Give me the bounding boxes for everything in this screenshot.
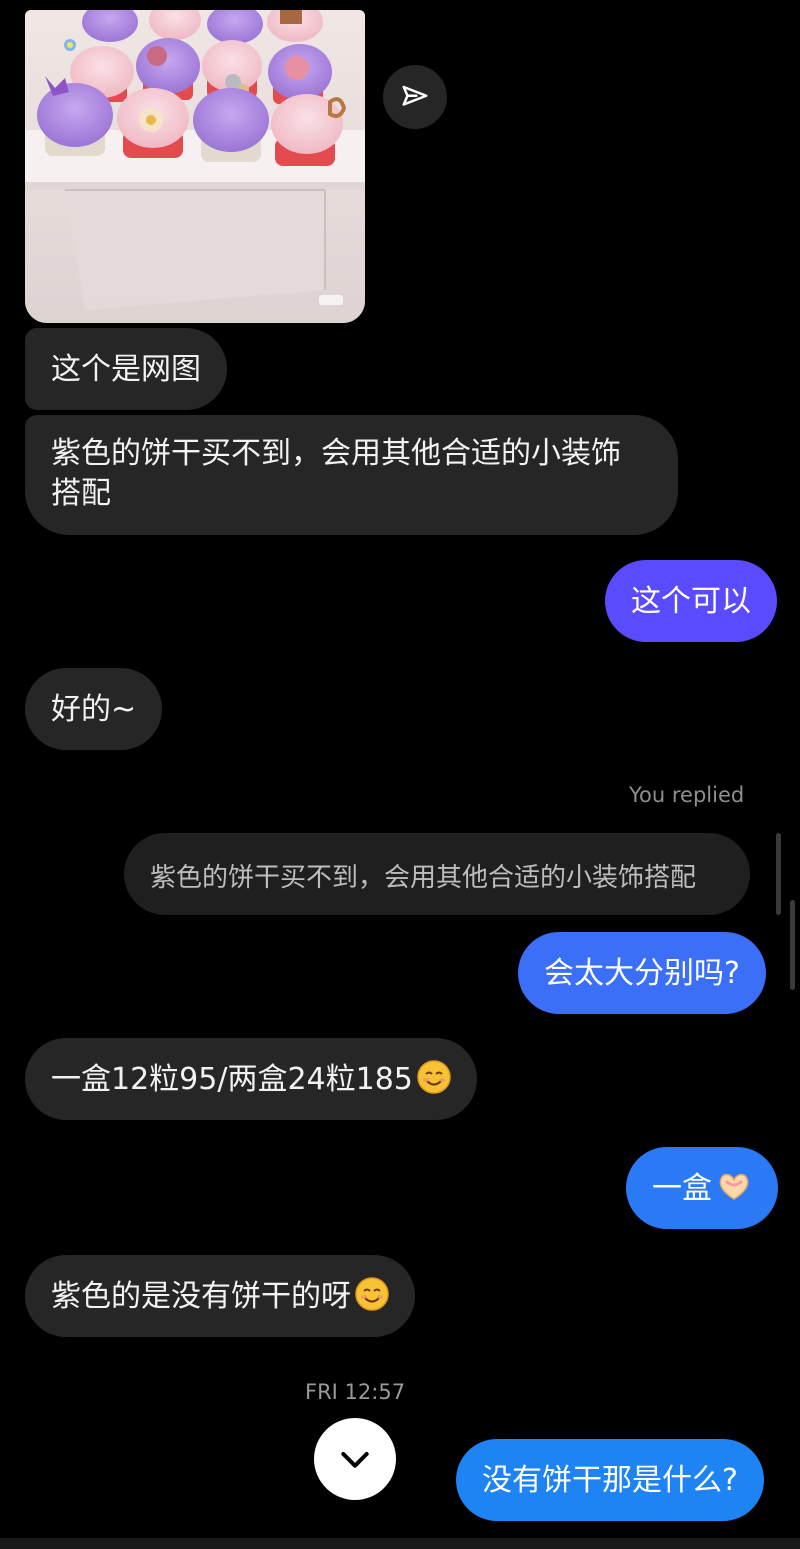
incoming-message[interactable]: 紫色的饼干买不到，会用其他合适的小装饰 搭配	[25, 415, 678, 535]
message-text: 没有饼干那是什么?	[482, 1463, 738, 1498]
incoming-message[interactable]: 紫色的是没有饼干的呀	[25, 1255, 415, 1337]
message-text: 会太大分别吗?	[544, 956, 740, 991]
cupcake-image	[25, 10, 365, 323]
timestamp: FRI 12:57	[305, 1380, 406, 1404]
message-text: 这个是网图	[51, 352, 201, 387]
incoming-message[interactable]: 好的~	[25, 668, 163, 750]
composer-edge	[0, 1538, 800, 1549]
quote-text: 紫色的饼干买不到，会用其他合适的小装饰搭配	[150, 863, 697, 893]
message-text: 一盒12粒95/两盒24粒185	[51, 1062, 413, 1097]
scrollbar[interactable]	[790, 900, 795, 990]
shared-cupcake-photo[interactable]	[25, 10, 365, 323]
incoming-message[interactable]: 这个是网图	[25, 328, 227, 410]
message-text: 紫色的是没有饼干的呀	[51, 1279, 351, 1314]
outgoing-message[interactable]: 会太大分别吗?	[518, 932, 766, 1014]
smiling-face-emoji	[355, 1277, 389, 1322]
reply-quote[interactable]: 紫色的饼干买不到，会用其他合适的小装饰搭配	[124, 833, 750, 915]
send-icon	[402, 85, 428, 106]
message-text: 一盒	[652, 1171, 712, 1206]
share-button[interactable]	[383, 65, 447, 129]
message-text: 这个可以	[631, 584, 751, 619]
outgoing-message[interactable]: 没有饼干那是什么?	[456, 1439, 764, 1521]
outgoing-message[interactable]: 一盒	[626, 1147, 778, 1229]
message-text-line: 搭配	[51, 476, 111, 511]
chat-screen: 这个是网图 紫色的饼干买不到，会用其他合适的小装饰 搭配 这个可以 好的~ Yo…	[0, 0, 800, 1549]
heart-hands-emoji	[716, 1169, 752, 1214]
reply-label: You replied	[629, 783, 745, 807]
message-text: 好的~	[51, 692, 137, 727]
outgoing-message[interactable]: 这个可以	[605, 560, 777, 642]
scroll-to-bottom-button[interactable]	[314, 1418, 396, 1500]
reply-quote-bar	[776, 833, 781, 915]
message-text-line: 紫色的饼干买不到，会用其他合适的小装饰	[51, 436, 621, 471]
smiling-face-emoji	[417, 1060, 451, 1105]
chevron-down-icon	[341, 1452, 369, 1468]
incoming-message[interactable]: 一盒12粒95/两盒24粒185	[25, 1038, 477, 1120]
